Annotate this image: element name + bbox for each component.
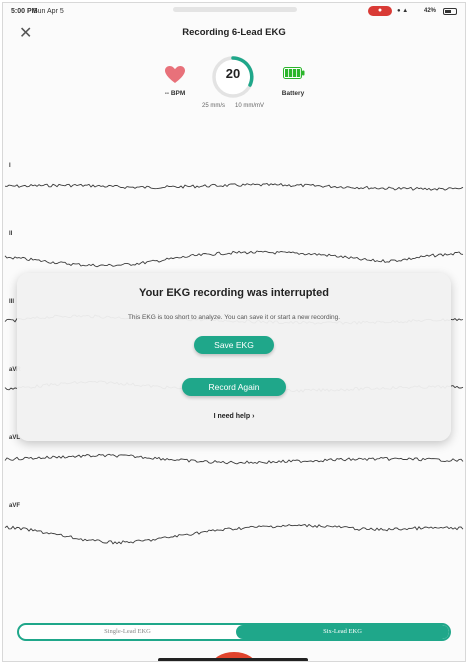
lead-label-avf: aVF <box>9 503 21 509</box>
paper-speed: 25 mm/s <box>202 103 226 109</box>
status-bar: 5:00 PM Sun Apr 5 ● ● ▲ 42% <box>3 3 465 21</box>
top-handle <box>173 7 297 12</box>
interrupted-dialog: Your EKG recording was interrupted This … <box>17 273 451 441</box>
chevron-right-icon: › <box>252 413 255 420</box>
lead-label-iii: III <box>9 299 15 305</box>
page-title: Recording 6-Lead EKG <box>182 27 286 38</box>
ekg-trace <box>4 453 464 465</box>
battery-percent: 42% <box>424 8 437 14</box>
single-lead-option[interactable]: Single-Lead EKG <box>19 625 236 639</box>
bpm-label: -- BPM <box>164 90 186 97</box>
gain-value: 10 mm/mV <box>235 103 265 109</box>
help-link-label: I need help <box>213 413 251 420</box>
save-ekg-button[interactable]: Save EKG <box>194 336 274 354</box>
record-again-button[interactable]: Record Again <box>182 378 286 396</box>
six-lead-option[interactable]: Six-Lead EKG <box>236 625 449 639</box>
help-link[interactable]: I need help › <box>17 413 451 420</box>
lead-mode-toggle: Single-Lead EKG Six-Lead EKG <box>17 623 451 641</box>
home-indicator[interactable] <box>158 658 308 661</box>
battery-icon <box>283 67 305 79</box>
ekg-trace <box>4 250 464 268</box>
dialog-message: This EKG is too short to analyze. You ca… <box>127 314 341 321</box>
device-screen: 5:00 PM Sun Apr 5 ● ● ▲ 42% ✕ Recording … <box>2 2 466 662</box>
status-date: Sun Apr 5 <box>33 8 64 15</box>
ekg-trace <box>4 523 464 545</box>
mic-recording-icon: ● <box>368 6 392 16</box>
status-battery-icon <box>443 8 457 15</box>
lead-label-i: I <box>9 163 11 169</box>
lead-label-ii: II <box>9 231 13 237</box>
timer-value: 20 <box>225 66 241 81</box>
ekg-trace <box>4 183 464 191</box>
dialog-title: Your EKG recording was interrupted <box>139 287 329 299</box>
heart-icon <box>165 66 185 83</box>
wifi-icon: ● ▲ <box>397 8 409 14</box>
battery-label: Battery <box>281 90 305 97</box>
